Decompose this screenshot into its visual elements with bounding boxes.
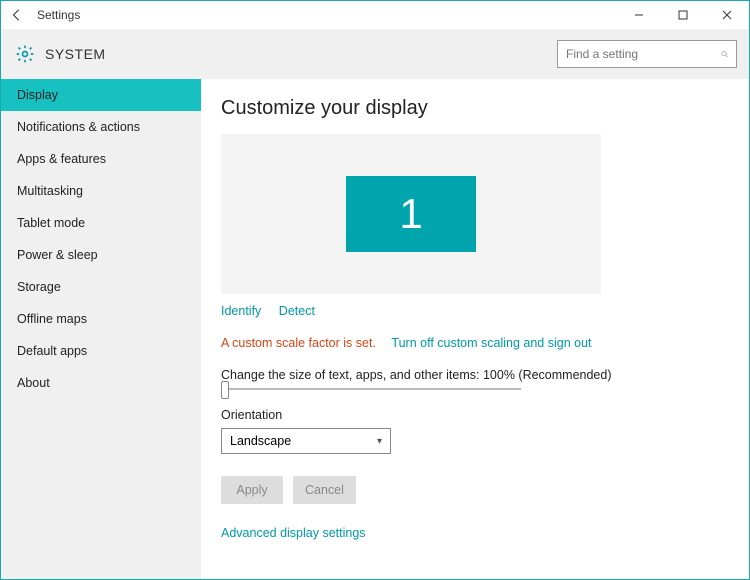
sidebar-item-storage[interactable]: Storage <box>1 271 201 303</box>
page-title: Customize your display <box>221 97 729 120</box>
identify-link[interactable]: Identify <box>221 304 261 318</box>
orientation-label: Orientation <box>221 408 729 422</box>
gear-icon <box>13 42 37 66</box>
sidebar-item-label: Default apps <box>17 344 87 358</box>
close-button[interactable] <box>705 1 749 29</box>
slider-thumb[interactable] <box>221 381 229 399</box>
monitor-actions: Identify Detect <box>221 304 729 318</box>
monitor-label: 1 <box>399 190 422 238</box>
sidebar-item-label: Notifications & actions <box>17 120 140 134</box>
sidebar-item-label: Multitasking <box>17 184 83 198</box>
apply-button[interactable]: Apply <box>221 476 283 504</box>
text-size-slider[interactable] <box>221 388 521 390</box>
header: SYSTEM <box>1 29 749 79</box>
chevron-down-icon: ▾ <box>377 436 382 447</box>
monitor-1[interactable]: 1 <box>346 176 476 252</box>
sidebar-item-label: Power & sleep <box>17 248 98 262</box>
sidebar-item-label: Apps & features <box>17 152 106 166</box>
back-button[interactable] <box>1 1 33 29</box>
monitor-preview-area[interactable]: 1 <box>221 134 601 294</box>
window-title: Settings <box>33 8 80 22</box>
minimize-button[interactable] <box>617 1 661 29</box>
search-input[interactable] <box>566 47 721 61</box>
sidebar-item-multitasking[interactable]: Multitasking <box>1 175 201 207</box>
sidebar-item-notifications[interactable]: Notifications & actions <box>1 111 201 143</box>
slider-track <box>221 388 521 390</box>
titlebar: Settings <box>1 1 749 29</box>
maximize-button[interactable] <box>661 1 705 29</box>
sidebar-item-label: Storage <box>17 280 61 294</box>
sidebar-item-label: Tablet mode <box>17 216 85 230</box>
section-title: SYSTEM <box>45 46 106 62</box>
sidebar-item-defaultapps[interactable]: Default apps <box>1 335 201 367</box>
content: Customize your display 1 Identify Detect… <box>201 79 749 579</box>
scale-warning-text: A custom scale factor is set. <box>221 336 376 350</box>
orientation-value: Landscape <box>230 434 291 448</box>
cancel-button[interactable]: Cancel <box>293 476 356 504</box>
sidebar-item-tablet[interactable]: Tablet mode <box>1 207 201 239</box>
advanced-settings-row: Advanced display settings <box>221 526 729 540</box>
sidebar-item-label: Display <box>17 88 58 102</box>
orientation-dropdown[interactable]: Landscape ▾ <box>221 428 391 454</box>
sidebar-item-about[interactable]: About <box>1 367 201 399</box>
turnoff-scaling-link[interactable]: Turn off custom scaling and sign out <box>391 336 591 350</box>
search-icon <box>721 47 728 61</box>
detect-link[interactable]: Detect <box>279 304 315 318</box>
sidebar-item-power[interactable]: Power & sleep <box>1 239 201 271</box>
scale-warning-row: A custom scale factor is set. Turn off c… <box>221 336 729 350</box>
sidebar: Display Notifications & actions Apps & f… <box>1 79 201 579</box>
advanced-display-link[interactable]: Advanced display settings <box>221 526 366 540</box>
button-row: Apply Cancel <box>221 476 729 504</box>
search-box[interactable] <box>557 40 737 68</box>
sidebar-item-offlinemaps[interactable]: Offline maps <box>1 303 201 335</box>
sidebar-item-apps[interactable]: Apps & features <box>1 143 201 175</box>
sidebar-item-display[interactable]: Display <box>1 79 201 111</box>
text-size-label: Change the size of text, apps, and other… <box>221 368 729 382</box>
sidebar-item-label: About <box>17 376 50 390</box>
sidebar-item-label: Offline maps <box>17 312 87 326</box>
